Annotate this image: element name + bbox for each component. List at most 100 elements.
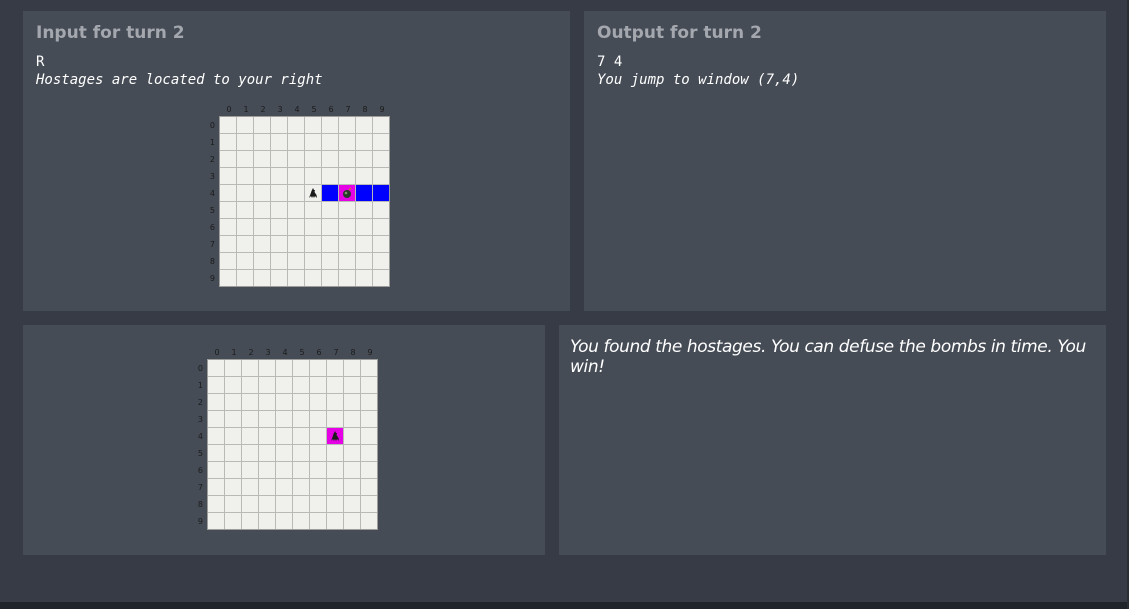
window-cell	[271, 219, 287, 235]
col-label: 8	[350, 348, 356, 357]
window-cell	[339, 253, 355, 269]
window-cell	[259, 496, 275, 512]
window-cell	[237, 253, 253, 269]
col-label: 1	[243, 105, 249, 114]
col-label: 4	[294, 105, 300, 114]
window-cell	[288, 168, 304, 184]
window-cell	[276, 377, 292, 393]
window-cell	[276, 445, 292, 461]
window-cell	[254, 219, 270, 235]
window-cell	[361, 394, 377, 410]
window-cell	[327, 462, 343, 478]
row-label: 8	[209, 257, 215, 266]
window-cell	[310, 428, 326, 444]
window-cell	[271, 151, 287, 167]
window-cell	[373, 236, 389, 252]
window-cell	[361, 411, 377, 427]
window-cell	[339, 270, 355, 286]
window-cell	[322, 134, 338, 150]
window-cell	[322, 270, 338, 286]
window-cell	[242, 496, 258, 512]
window-cell	[344, 428, 360, 444]
window-cell	[237, 185, 253, 201]
col-label: 0	[226, 105, 232, 114]
window-cell	[356, 236, 372, 252]
window-cell	[322, 168, 338, 184]
window-cell	[361, 445, 377, 461]
window-cell	[276, 360, 292, 376]
window-cell	[373, 270, 389, 286]
row-label: 7	[209, 240, 215, 249]
window-cell	[310, 411, 326, 427]
window-cell	[220, 117, 236, 133]
window-cell	[310, 479, 326, 495]
row-label: 9	[197, 517, 203, 526]
window-cell	[276, 479, 292, 495]
window-cell	[356, 185, 372, 201]
window-cell	[220, 151, 236, 167]
board-panel: 0 1 2 3 4 5 6 7 8 9 0 1 2 3 4 5 6 7 8 9	[23, 325, 545, 555]
window-cell	[293, 445, 309, 461]
input-panel-title: Input for turn 2	[36, 23, 185, 43]
window-cell	[305, 253, 321, 269]
window-cell	[356, 270, 372, 286]
row-label: 3	[197, 415, 203, 424]
window-cell	[327, 394, 343, 410]
window-cell	[220, 270, 236, 286]
row-label: 0	[197, 364, 203, 373]
window-cell	[293, 377, 309, 393]
row-label: 4	[209, 189, 215, 198]
window-cell	[327, 377, 343, 393]
window-cell	[356, 168, 372, 184]
window-cell	[361, 377, 377, 393]
row-label: 4	[197, 432, 203, 441]
window-cell	[305, 134, 321, 150]
window-cell	[220, 185, 236, 201]
window-cell	[327, 360, 343, 376]
result-message: You found the hostages. You can defuse t…	[570, 337, 1086, 377]
window-cell	[276, 394, 292, 410]
col-label: 4	[282, 348, 288, 357]
window-cell	[237, 134, 253, 150]
window-cell	[271, 185, 287, 201]
window-cell	[305, 117, 321, 133]
window-cell	[208, 411, 224, 427]
window-cell	[293, 411, 309, 427]
window-cell	[271, 253, 287, 269]
window-cell	[305, 219, 321, 235]
window-cell	[339, 202, 355, 218]
window-cell	[322, 117, 338, 133]
window-cell	[254, 185, 270, 201]
window-cell	[288, 117, 304, 133]
board-before: 0 1 2 3 4 5 6 7 8 9 0 1 2 3 4 5 6 7 8 9	[205, 105, 390, 291]
window-cell	[361, 513, 377, 529]
building-grid	[207, 359, 378, 530]
window-cell	[271, 134, 287, 150]
window-cell	[259, 428, 275, 444]
bomb-icon	[339, 185, 355, 201]
window-cell	[356, 151, 372, 167]
window-cell	[288, 253, 304, 269]
row-label: 0	[209, 121, 215, 130]
building-grid	[219, 116, 390, 287]
window-cell	[327, 513, 343, 529]
window-cell	[208, 360, 224, 376]
window-cell	[293, 513, 309, 529]
window-cell	[259, 377, 275, 393]
window-cell	[344, 445, 360, 461]
window-cell	[242, 479, 258, 495]
window-cell	[305, 168, 321, 184]
window-cell	[293, 360, 309, 376]
output-panel-title: Output for turn 2	[597, 23, 762, 43]
window-cell	[208, 513, 224, 529]
window-cell	[259, 479, 275, 495]
window-cell	[327, 496, 343, 512]
window-cell	[288, 270, 304, 286]
col-label: 1	[231, 348, 237, 357]
window-cell	[237, 236, 253, 252]
window-cell	[322, 151, 338, 167]
window-cell	[373, 168, 389, 184]
window-cell	[259, 411, 275, 427]
window-cell	[356, 202, 372, 218]
window-cell	[254, 117, 270, 133]
